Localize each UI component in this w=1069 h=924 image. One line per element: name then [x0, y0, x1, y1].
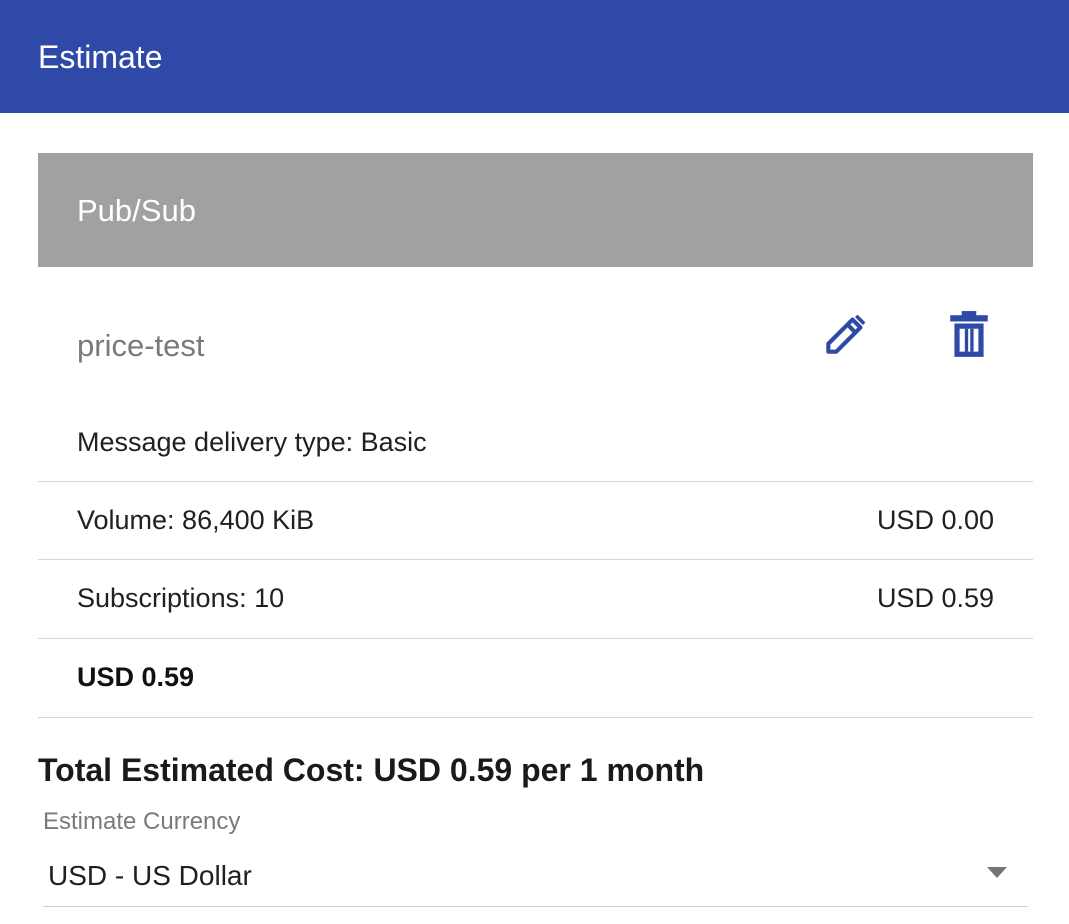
cost-row-value: USD 0.00	[876, 505, 994, 535]
delete-button[interactable]	[941, 307, 997, 363]
cost-row-subscriptions: Subscriptions: 10 USD 0.59	[38, 559, 1033, 637]
cost-row-label: Subscriptions: 10	[77, 583, 285, 613]
currency-label: Estimate Currency	[43, 808, 241, 835]
subtotal-row: USD 0.59	[38, 638, 1033, 716]
page-title: Estimate	[38, 39, 163, 75]
cost-row-value: USD 0.59	[876, 583, 994, 613]
service-card-header: Pub/Sub	[38, 153, 1033, 267]
currency-select[interactable]: USD - US Dollar	[43, 850, 1028, 907]
estimate-item-name: price-test	[77, 328, 205, 363]
trash-icon	[950, 311, 988, 357]
card-divider	[38, 717, 1033, 718]
currency-selected-value: USD - US Dollar	[48, 860, 252, 891]
pencil-icon	[826, 314, 866, 354]
subtotal-value: USD 0.59	[77, 662, 195, 692]
delivery-type-text: Message delivery type: Basic	[77, 427, 427, 457]
cost-row-volume: Volume: 86,400 KiB USD 0.00	[38, 481, 1033, 559]
app-header: Estimate	[0, 0, 1069, 113]
edit-button[interactable]	[817, 307, 873, 363]
dropdown-arrow-icon	[987, 867, 1007, 878]
service-title: Pub/Sub	[77, 193, 196, 228]
cost-row-label: Volume: 86,400 KiB	[77, 505, 315, 535]
total-estimated-cost: Total Estimated Cost: USD 0.59 per 1 mon…	[38, 752, 705, 788]
